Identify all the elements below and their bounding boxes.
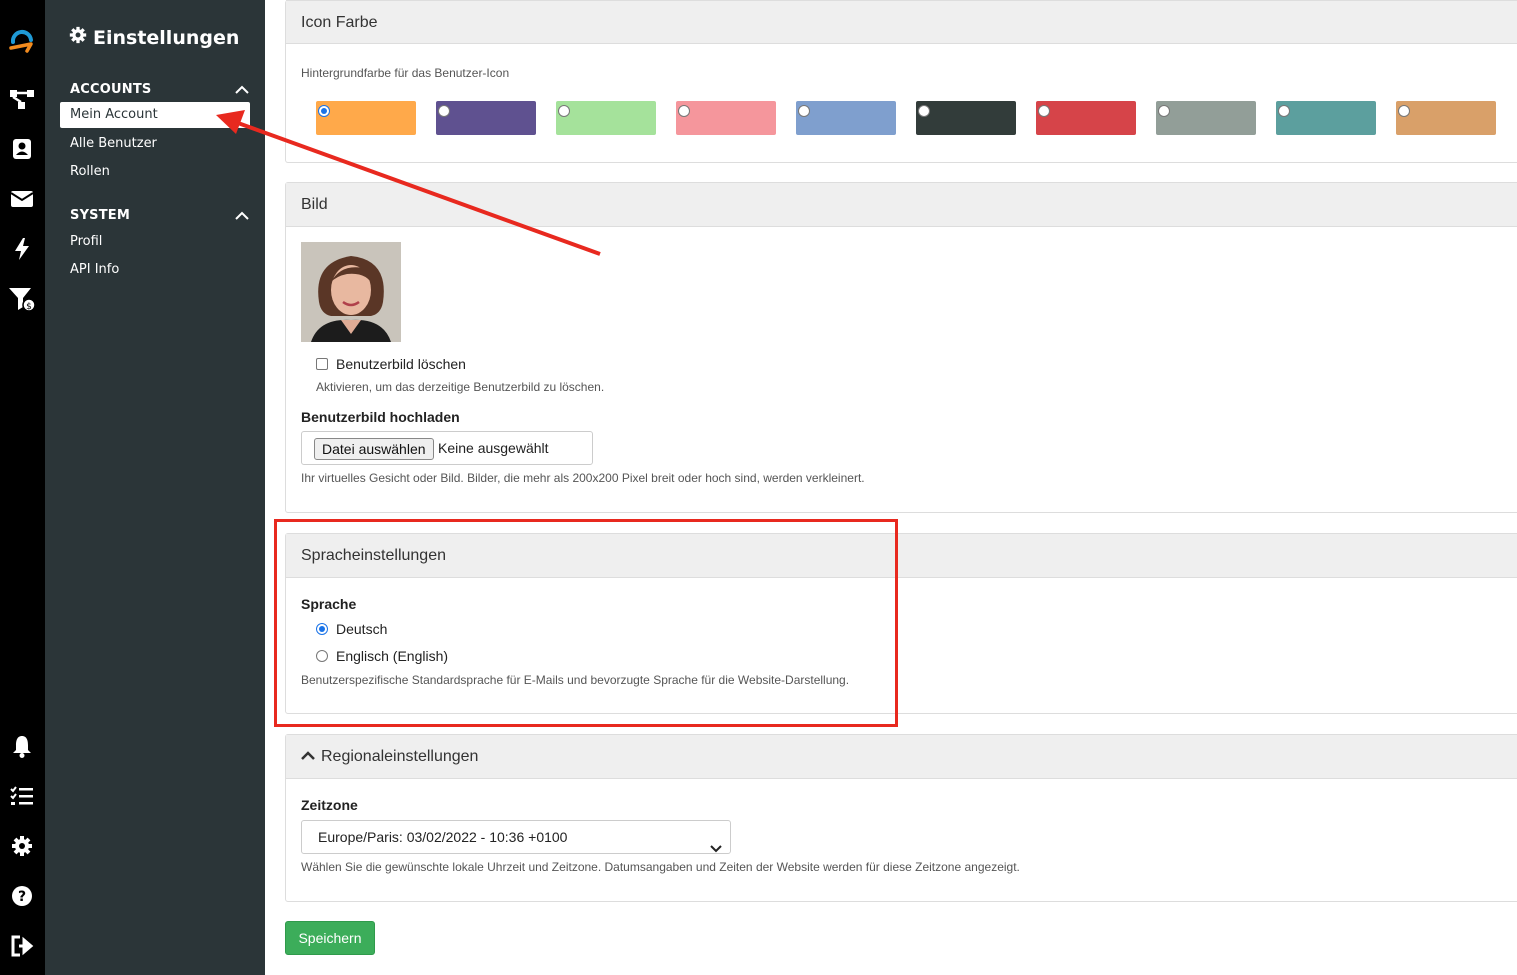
- sidebar-item-profil[interactable]: Profil: [60, 229, 250, 255]
- sidebar-item-mein-account[interactable]: Mein Account: [60, 102, 250, 128]
- radio-button[interactable]: [1278, 105, 1290, 117]
- file-upload-input[interactable]: Datei auswählen Keine ausgewählt: [301, 431, 593, 465]
- delete-photo-row: Benutzerbild löschen: [316, 356, 466, 372]
- icon-rail: $ ?: [0, 0, 45, 975]
- radio-button[interactable]: [798, 105, 810, 117]
- main-content: Icon Farbe Hintergrundfarbe für das Benu…: [265, 0, 1517, 975]
- radio-button[interactable]: [678, 105, 690, 117]
- image-card: Bild Benutzerbild löschen Aktivieren, um…: [285, 182, 1517, 513]
- color-swatch[interactable]: [316, 101, 416, 135]
- chevron-up-icon[interactable]: [235, 82, 249, 100]
- radio-button[interactable]: [316, 650, 328, 662]
- radio-button[interactable]: [1398, 105, 1410, 117]
- sidebar-item-rollen[interactable]: Rollen: [60, 159, 250, 185]
- save-button[interactable]: Speichern: [285, 921, 375, 955]
- language-help: Benutzerspezifische Standardsprache für …: [301, 673, 850, 687]
- settings-sidebar: Einstellungen ACCOUNTS Mein Account Alle…: [45, 0, 265, 975]
- sidebar-item-api-info[interactable]: API Info: [60, 257, 250, 283]
- color-swatch[interactable]: [436, 101, 536, 135]
- color-swatch[interactable]: [556, 101, 656, 135]
- color-swatch[interactable]: [1276, 101, 1376, 135]
- icon-color-label: Hintergrundfarbe für das Benutzer-Icon: [301, 66, 510, 80]
- card-header: Spracheinstellungen: [286, 534, 1517, 578]
- sidebar-title: Einstellungen: [69, 26, 239, 49]
- delete-photo-help: Aktivieren, um das derzeitige Benutzerbi…: [316, 380, 605, 394]
- gear-icon[interactable]: [7, 831, 37, 861]
- bell-icon[interactable]: [7, 731, 37, 761]
- icon-color-card: Icon Farbe Hintergrundfarbe für das Benu…: [285, 0, 1517, 163]
- radio-button[interactable]: [558, 105, 570, 117]
- workflow-icon[interactable]: [7, 84, 37, 114]
- radio-button[interactable]: [318, 105, 330, 117]
- radio-button[interactable]: [918, 105, 930, 117]
- color-swatch[interactable]: [916, 101, 1016, 135]
- logo-icon[interactable]: [7, 24, 37, 54]
- delete-photo-label: Benutzerbild löschen: [336, 356, 466, 372]
- sidebar-section-accounts[interactable]: ACCOUNTS: [70, 82, 151, 97]
- chevron-up-icon[interactable]: [235, 208, 249, 226]
- logout-icon[interactable]: [7, 931, 37, 961]
- radio-button[interactable]: [438, 105, 450, 117]
- upload-label: Benutzerbild hochladen: [301, 409, 460, 425]
- gear-icon: [69, 26, 87, 49]
- help-icon[interactable]: ?: [7, 881, 37, 911]
- choose-file-button[interactable]: Datei auswählen: [314, 438, 434, 460]
- svg-text:$: $: [26, 302, 32, 312]
- color-swatch[interactable]: [1396, 101, 1496, 135]
- regional-card: Regionaleinstellungen Zeitzone Europe/Pa…: [285, 734, 1517, 902]
- color-swatch[interactable]: [1156, 101, 1256, 135]
- card-header[interactable]: Regionaleinstellungen: [286, 735, 1517, 779]
- checklist-icon[interactable]: [7, 781, 37, 811]
- radio-button[interactable]: [316, 623, 328, 635]
- chevron-up-icon[interactable]: [301, 735, 315, 779]
- language-label: Sprache: [301, 596, 357, 612]
- card-header: Icon Farbe: [286, 0, 1517, 44]
- timezone-select[interactable]: Europe/Paris: 03/02/2022 - 10:36 +0100: [301, 820, 731, 854]
- language-card: Spracheinstellungen Sprache Deutsch Engl…: [285, 533, 1517, 714]
- timezone-help: Wählen Sie die gewünschte lokale Uhrzeit…: [301, 860, 1020, 874]
- mail-icon[interactable]: [7, 184, 37, 214]
- color-swatch[interactable]: [676, 101, 776, 135]
- delete-photo-checkbox[interactable]: [316, 358, 328, 370]
- upload-help: Ihr virtuelles Gesicht oder Bild. Bilder…: [301, 471, 865, 485]
- radio-button[interactable]: [1158, 105, 1170, 117]
- funnel-money-icon[interactable]: $: [7, 284, 37, 314]
- timezone-label: Zeitzone: [301, 797, 358, 813]
- svg-text:?: ?: [18, 889, 26, 905]
- contacts-icon[interactable]: [7, 134, 37, 164]
- file-status: Keine ausgewählt: [438, 440, 549, 456]
- lightning-icon[interactable]: [7, 234, 37, 264]
- card-header: Bild: [286, 183, 1517, 227]
- color-swatch[interactable]: [1036, 101, 1136, 135]
- language-option-english[interactable]: Englisch (English): [316, 648, 448, 664]
- sidebar-section-system[interactable]: SYSTEM: [70, 208, 130, 223]
- sidebar-item-alle-benutzer[interactable]: Alle Benutzer: [60, 131, 250, 157]
- radio-button[interactable]: [1038, 105, 1050, 117]
- user-photo: [301, 242, 401, 342]
- color-swatch[interactable]: [796, 101, 896, 135]
- language-option-deutsch[interactable]: Deutsch: [316, 621, 387, 637]
